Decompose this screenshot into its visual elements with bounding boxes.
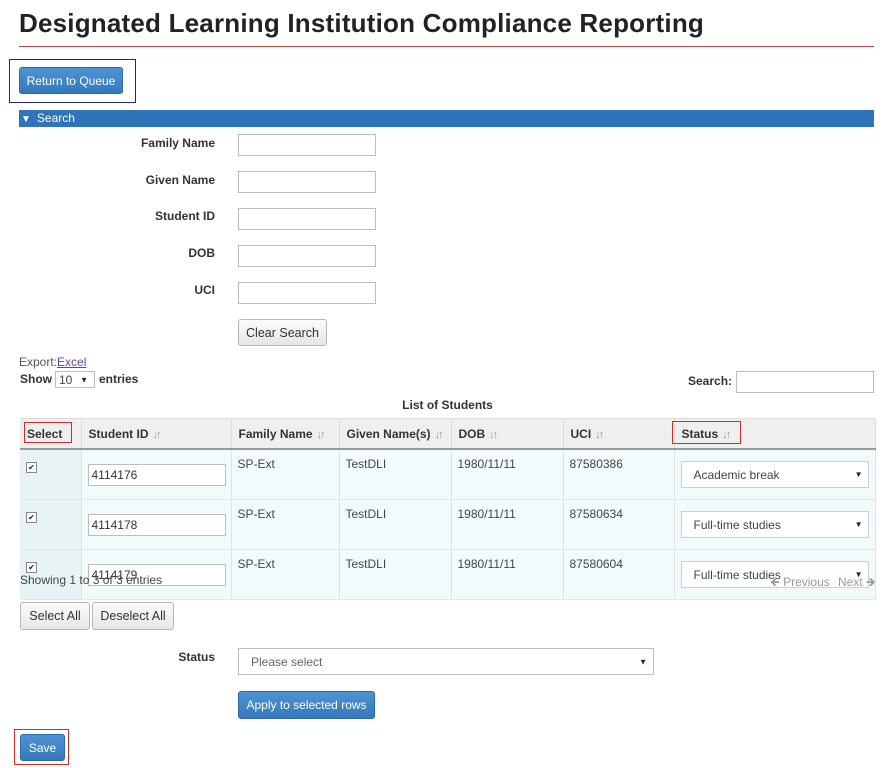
student-id-field[interactable]: 4114176 (87, 463, 226, 486)
dob-cell: 1980/11/11 (451, 499, 564, 550)
collapse-triangle-icon: ▼ (21, 114, 31, 125)
page-title: Designated Learning Institution Complian… (19, 8, 704, 38)
previous-label: Previous (783, 575, 830, 589)
col-uci-label: UCI (570, 426, 592, 441)
col-given-names[interactable]: Given Name(s) ↓↑ (339, 418, 452, 450)
given-name-input[interactable] (238, 171, 376, 193)
length-row: Show (20, 372, 52, 386)
row-checkbox[interactable]: ✔ (26, 512, 37, 523)
given-name-cell: TestDLI (339, 549, 452, 600)
student-id-input[interactable] (238, 208, 376, 230)
col-student-id[interactable]: Student ID ↓↑ (81, 418, 232, 450)
col-dob-label: DOB (458, 426, 486, 441)
next-label: Next (838, 575, 863, 589)
student-id-cell: 4114178 (81, 499, 232, 550)
sort-icon: ↓↑ (152, 428, 162, 441)
table-search-input[interactable] (736, 371, 874, 393)
col-family-name[interactable]: Family Name ↓↑ (231, 418, 340, 450)
page-length-select[interactable]: 10 ▼ (55, 371, 95, 388)
given-name-label: Given Name (145, 173, 215, 187)
entries-label: entries (99, 372, 139, 386)
select-all-button[interactable]: Select All (20, 602, 90, 630)
bulk-status-label: Status (178, 650, 215, 664)
clear-search-button[interactable]: Clear Search (238, 319, 327, 346)
dob-cell: 1980/11/11 (451, 549, 564, 600)
family-name-label: Family Name (140, 136, 215, 150)
save-button[interactable]: Save (20, 734, 65, 761)
dob-input[interactable] (238, 245, 376, 267)
arrow-left-icon: 🡸 (770, 575, 780, 589)
student-id-cell: 4114176 (81, 449, 232, 500)
select-column-highlight (24, 422, 72, 443)
deselect-all-button[interactable]: Deselect All (92, 602, 174, 630)
col-family-name-label: Family Name (238, 426, 313, 441)
student-id-label: Student ID (155, 209, 215, 223)
col-uci[interactable]: UCI ↓↑ (563, 418, 675, 450)
status-column-highlight (672, 421, 741, 444)
status-value: Full-time studies (693, 517, 781, 532)
given-name-cell: TestDLI (339, 449, 452, 500)
status-cell: Academic break ▼ (674, 449, 876, 500)
previous-page-link[interactable]: 🡸 Previous (770, 573, 830, 594)
search-section-header[interactable]: ▼ Search (19, 110, 874, 127)
col-student-id-label: Student ID (88, 426, 149, 441)
status-value: Academic break (693, 467, 780, 482)
table-search-label: Search: (688, 374, 733, 388)
chevron-down-icon: ▼ (854, 470, 863, 479)
arrow-right-icon: 🡺 (866, 575, 876, 589)
row-checkbox[interactable]: ✔ (26, 562, 37, 573)
sort-icon: ↓↑ (316, 428, 326, 441)
table-row: ✔ 4114178 SP-Ext TestDLI 1980/11/11 8758… (20, 499, 876, 550)
export-label: Export: (19, 355, 58, 369)
search-header-label: Search (36, 111, 75, 125)
row-checkbox[interactable]: ✔ (26, 462, 37, 473)
dob-cell: 1980/11/11 (451, 449, 564, 500)
uci-label: UCI (194, 283, 215, 297)
family-name-cell: SP-Ext (231, 449, 340, 500)
given-name-cell: TestDLI (339, 499, 452, 550)
row-select-cell: ✔ (20, 449, 82, 500)
family-name-input[interactable] (238, 134, 376, 156)
family-name-cell: SP-Ext (231, 549, 340, 600)
uci-cell: 87580604 (563, 549, 675, 600)
bulk-status-placeholder: Please select (251, 654, 323, 669)
row-select-cell: ✔ (20, 499, 82, 550)
table-info: Showing 1 to 3 of 3 entries (20, 573, 163, 587)
dob-label: DOB (188, 246, 215, 260)
apply-to-selected-button[interactable]: Apply to selected rows (238, 691, 375, 719)
status-select[interactable]: Academic break ▼ (680, 461, 869, 488)
page-length-value: 10 (59, 372, 73, 387)
chevron-down-icon: ▼ (854, 520, 863, 529)
status-cell: Full-time studies ▼ (674, 499, 876, 550)
status-value: Full-time studies (693, 567, 781, 582)
table-row: ✔ 4114176 SP-Ext TestDLI 1980/11/11 8758… (20, 449, 876, 500)
table-header-row: Select Student ID ↓↑ Family Name ↓↑ Given … (20, 418, 876, 450)
sort-icon: ↓↑ (489, 428, 498, 441)
return-to-queue-button[interactable]: Return to Queue (19, 67, 123, 94)
sort-icon: ↓↑ (434, 428, 444, 441)
title-divider (19, 46, 874, 47)
table-caption: List of Students (402, 398, 493, 412)
status-select[interactable]: Full-time studies ▼ (680, 511, 869, 538)
uci-cell: 87580386 (563, 449, 675, 500)
student-id-field[interactable]: 4114178 (87, 513, 226, 536)
bulk-status-select[interactable]: Please select ▼ (238, 648, 654, 675)
col-given-names-label: Given Name(s) (346, 426, 431, 441)
show-label: Show (20, 372, 52, 386)
next-page-link[interactable]: Next 🡺 (838, 573, 876, 594)
chevron-down-icon: ▼ (639, 657, 647, 666)
family-name-cell: SP-Ext (231, 499, 340, 550)
uci-input[interactable] (238, 282, 376, 304)
col-dob[interactable]: DOB ↓↑ (451, 418, 564, 450)
export-row: Export:Excel (19, 355, 86, 369)
export-excel-link[interactable]: Excel (57, 355, 86, 369)
uci-cell: 87580634 (563, 499, 675, 550)
chevron-down-icon: ▼ (80, 375, 88, 384)
sort-icon: ↓↑ (595, 428, 604, 441)
